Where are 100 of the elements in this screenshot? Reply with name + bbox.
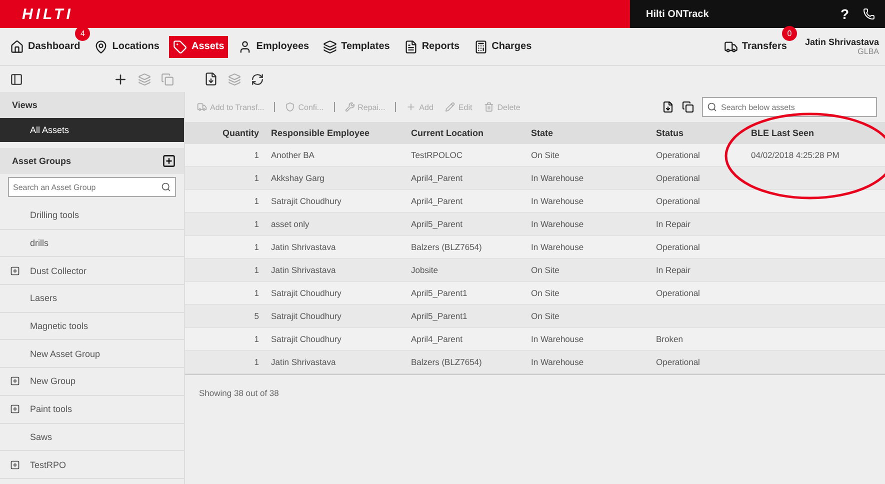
asset-group-item[interactable]: New Group (0, 368, 184, 396)
search-field[interactable]: Search below assets (702, 97, 877, 117)
table-cell-text: Satrajit Choudhury (270, 333, 342, 346)
asset-group-item[interactable]: TestRPO (0, 451, 184, 479)
asset-group-item[interactable]: Paint tools (0, 396, 184, 424)
table-cell-text: 1 (253, 195, 260, 208)
expand-icon[interactable] (10, 460, 20, 470)
table-cell-text: Broken (655, 333, 684, 346)
nav-tab[interactable]: Reports (400, 36, 464, 58)
table-cell-text: 1 (253, 287, 260, 300)
asset-group-item[interactable]: drills (0, 230, 184, 258)
table-cell-text: April5_Parent (410, 218, 464, 231)
nav-tab[interactable]: Locations (90, 36, 164, 58)
section-title: Asset Groups (12, 156, 72, 166)
table-row[interactable]: 1 asset only April5_Parent In Warehouse In Repair (185, 213, 885, 236)
asset-group-item[interactable]: Lasers (0, 285, 184, 313)
user-name: Jatin Shrivastava (804, 37, 879, 47)
expand-icon[interactable] (10, 404, 20, 414)
table-cell-text: April5_Parent1 (410, 310, 468, 323)
asset-group-item[interactable]: Dust Collector (0, 257, 184, 286)
column-header[interactable]: Quantity (185, 122, 265, 144)
table-cell-text: 1 (253, 356, 260, 369)
help-link[interactable]: ? (840, 6, 849, 22)
asset-group-item[interactable]: New Asset Group (0, 340, 184, 368)
table-cell-text: In Warehouse (530, 218, 585, 231)
column-header[interactable]: Responsible Employee (265, 122, 405, 144)
table-cell-text: On Site (530, 310, 560, 323)
nav-tab[interactable]: Templates (319, 36, 394, 58)
shield-icon (285, 102, 296, 112)
table-row[interactable]: 1 Jatin Shrivastava Jobsite On Site In Repair (185, 259, 885, 282)
plus-icon (406, 102, 416, 112)
product-name: Hilti ONTrack (646, 8, 710, 20)
home-icon (10, 40, 24, 54)
nav-tab[interactable]: Employees (234, 36, 314, 58)
table-cell-text: Balzers (BLZ7654) (410, 356, 483, 369)
asset-group-item[interactable]: Magnetic tools (0, 312, 184, 340)
table-row[interactable]: 1 Jatin Shrivastava Balzers (BLZ7654) In Warehouse Operational (185, 351, 885, 374)
table-cell-text: In Warehouse (530, 172, 585, 185)
table-cell-text: On Site (530, 264, 560, 277)
view-item[interactable]: All Assets (0, 118, 184, 142)
table-cell-text: Satrajit Choudhury (270, 287, 342, 300)
table-cell-text: 1 (253, 172, 260, 185)
column-header[interactable]: Status (650, 122, 745, 144)
pin-icon (94, 40, 108, 54)
user-organization: GLBA (858, 47, 879, 56)
table-cell-text: Operational (655, 287, 701, 300)
column-header[interactable]: Current Location (405, 122, 525, 144)
table-cell-text: 1 (253, 241, 260, 254)
copy-icon[interactable] (682, 101, 694, 113)
table-cell-text: Satrajit Choudhury (270, 195, 342, 208)
table-cell-text: Satrajit Choudhury (270, 310, 342, 323)
expand-icon[interactable] (10, 376, 20, 386)
table-cell-text: TestRPOLOC (410, 149, 464, 162)
document-icon[interactable] (204, 72, 218, 86)
refresh-icon[interactable] (251, 72, 264, 86)
table-cell-text: Operational (655, 356, 701, 369)
trash-icon (484, 102, 494, 112)
calculator-icon (474, 40, 488, 54)
asset-group-item[interactable]: Drilling tools (0, 202, 184, 230)
truck-icon (724, 40, 738, 54)
search-field[interactable]: Search an Asset Group (8, 177, 176, 197)
column-header[interactable]: BLE Last Seen (745, 122, 885, 144)
pencil-icon (445, 102, 456, 112)
search-icon (707, 102, 717, 112)
table-cell-text: April4_Parent (410, 333, 464, 346)
table-cell-text: Another BA (270, 149, 316, 162)
table-cell-text: In Repair (655, 218, 692, 231)
phone-icon[interactable] (863, 8, 875, 20)
document-icon (404, 40, 418, 54)
table-cell-text: April4_Parent (410, 172, 464, 185)
table-cell-text: On Site (530, 149, 560, 162)
table-cell-text: Jatin Shrivastava (270, 356, 337, 369)
table-cell-text: 5 (253, 310, 260, 323)
add-icon[interactable] (113, 72, 128, 86)
table-cell-text: 1 (253, 333, 260, 346)
table-cell-text: In Repair (655, 264, 692, 277)
panel-toggle-icon[interactable] (10, 72, 23, 86)
table-cell-text: On Site (530, 287, 560, 300)
table-cell-text: 1 (253, 264, 260, 277)
asset-group-item[interactable]: Saws (0, 424, 184, 452)
section-title: Views (12, 100, 38, 110)
nav-tab[interactable]: Assets (169, 36, 228, 58)
document-icon[interactable] (662, 101, 674, 113)
tag-icon (173, 40, 188, 54)
column-header[interactable]: State (525, 122, 650, 144)
table-cell-text: In Warehouse (530, 195, 585, 208)
table-cell-text: Operational (655, 195, 701, 208)
add-icon[interactable] (162, 154, 176, 168)
table-cell-text: In Warehouse (530, 333, 585, 346)
table-cell-text: 1 (253, 218, 260, 231)
table-row[interactable]: 1 Akkshay Garg April4_Parent In Warehouse Operational (185, 167, 885, 190)
table-cell-text: Jatin Shrivastava (270, 264, 337, 277)
layers-icon (323, 40, 338, 54)
table-cell-text: Balzers (BLZ7654) (410, 241, 483, 254)
expand-icon[interactable] (10, 266, 20, 276)
search-icon (161, 182, 171, 192)
table-cell-text: 1 (253, 149, 260, 162)
nav-tab[interactable]: Charges (470, 36, 536, 58)
table-cell-text: 04/02/2018 4:25:28 PM (750, 149, 840, 162)
table-row[interactable]: 5 Satrajit Choudhury April5_Parent1 On Site (185, 305, 885, 328)
